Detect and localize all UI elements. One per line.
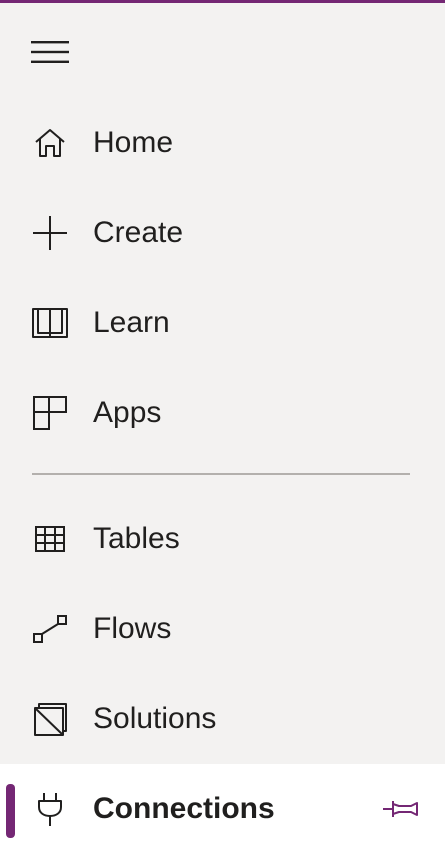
nav-item-tables[interactable]: Tables — [0, 494, 445, 584]
pin-icon — [381, 797, 421, 821]
nav-item-connections[interactable]: Connections — [0, 764, 445, 854]
nav-divider-row — [0, 458, 445, 494]
nav-item-create[interactable]: Create — [0, 188, 445, 278]
hamburger-menu-button[interactable] — [24, 30, 76, 74]
nav-item-label: Create — [93, 216, 184, 249]
left-navigation: Home Create Learn Apps Tables Flows Solu… — [0, 98, 445, 854]
plus-icon — [30, 213, 70, 253]
nav-item-label: Home — [93, 126, 174, 159]
nav-item-flows[interactable]: Flows — [0, 584, 445, 674]
apps-icon — [30, 393, 70, 433]
solutions-icon — [30, 699, 70, 739]
home-icon — [30, 123, 70, 163]
nav-item-label: Learn — [93, 306, 170, 339]
book-icon — [30, 303, 70, 343]
nav-item-apps[interactable]: Apps — [0, 368, 445, 458]
nav-item-solutions[interactable]: Solutions — [0, 674, 445, 764]
nav-item-home[interactable]: Home — [0, 98, 445, 188]
nav-divider — [32, 473, 410, 475]
table-icon — [30, 519, 70, 559]
nav-item-label: Tables — [93, 522, 180, 555]
selected-indicator — [6, 784, 15, 838]
top-accent-bar — [0, 0, 445, 3]
nav-item-learn[interactable]: Learn — [0, 278, 445, 368]
nav-item-label: Flows — [93, 612, 172, 645]
nav-item-label: Connections — [93, 792, 275, 825]
plug-icon — [30, 789, 70, 829]
flow-icon — [30, 609, 70, 649]
nav-item-label: Solutions — [93, 702, 217, 735]
hamburger-menu-icon — [30, 39, 70, 65]
nav-item-label: Apps — [93, 396, 162, 429]
pin-button[interactable] — [379, 787, 423, 831]
